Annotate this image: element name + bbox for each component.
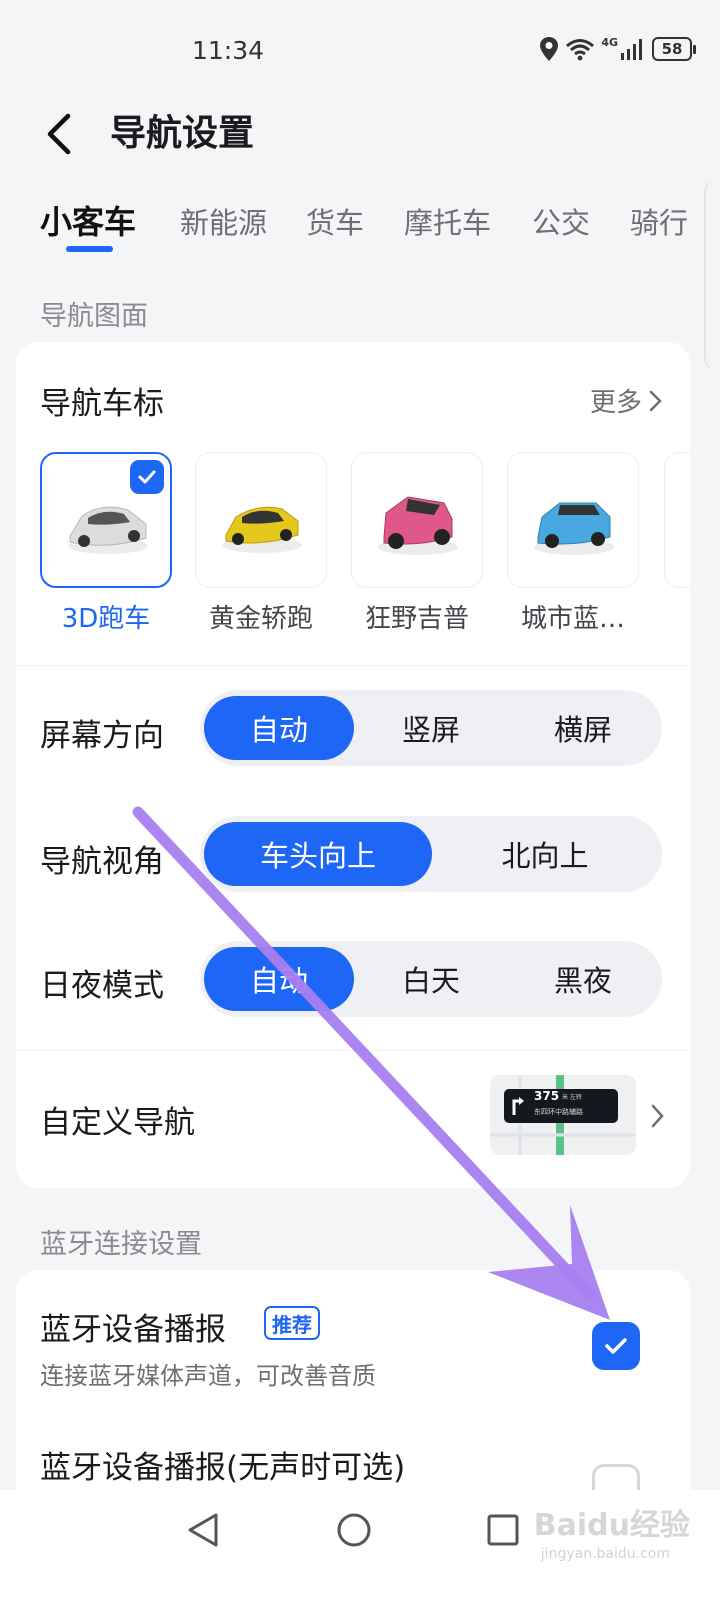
vehicle-icon-title: 导航车标 <box>40 386 164 422</box>
screen-orientation-segmented: 自动 竖屏 横屏 <box>200 690 662 766</box>
custom-nav-preview: 375 米 左转 东四环中路辅路 <box>490 1075 636 1155</box>
segment-auto[interactable]: 自动 <box>204 696 354 760</box>
tab-cycling[interactable]: 骑行 <box>630 200 688 242</box>
status-time: 11:34 <box>192 36 265 65</box>
bluetooth-broadcast-description: 连接蓝牙媒体声道，可改善音质 <box>40 1362 376 1390</box>
car-image <box>378 496 458 555</box>
preview-unit: 米 左转 <box>562 1094 582 1101</box>
vehicle-option-label: 狂野吉普 <box>364 604 469 634</box>
page-title: 导航设置 <box>110 113 255 154</box>
screen-orientation-title: 屏幕方向 <box>40 718 164 754</box>
check-icon <box>605 1338 627 1354</box>
custom-nav-title: 自定义导航 <box>40 1105 195 1141</box>
preview-road: 东四环中路辅路 <box>534 1108 583 1116</box>
vehicle-option-partial[interactable] <box>664 452 690 588</box>
preview-distance: 375 <box>534 1089 560 1103</box>
segment-heading-up[interactable]: 车头向上 <box>204 822 432 886</box>
custom-nav-row[interactable]: 自定义导航 375 米 左转 东四环中路辅路 <box>16 1051 690 1188</box>
vehicle-option-label: 城市蓝… <box>520 604 625 634</box>
vehicle-option-label: 3D跑车 <box>61 604 151 634</box>
side-panel-edge <box>704 180 720 370</box>
recommend-badge: 推荐 <box>264 1306 320 1340</box>
chevron-right-icon <box>651 1104 664 1128</box>
segment-landscape[interactable]: 横屏 <box>508 696 658 760</box>
bluetooth-broadcast-row[interactable]: 蓝牙设备播报 推荐 连接蓝牙媒体声道，可改善音质 <box>16 1270 690 1400</box>
nav-display-card: 导航车标 更多 3D跑车 黄金轿跑 狂野吉普 城市蓝… 屏幕方向 自动 竖屏 横… <box>16 342 690 1188</box>
status-icons: 4G 58 <box>539 36 696 62</box>
bluetooth-broadcast-silent-title: 蓝牙设备播报(无声时可选) <box>40 1450 406 1486</box>
view-angle-title: 导航视角 <box>40 844 164 880</box>
car-image <box>534 502 614 555</box>
watermark-url: jingyan.baidu.com <box>540 1546 670 1562</box>
segment-night[interactable]: 黑夜 <box>508 947 658 1011</box>
day-night-segmented: 自动 白天 黑夜 <box>200 941 662 1017</box>
tab-motorcycle[interactable]: 摩托车 <box>404 200 491 242</box>
selected-check-icon <box>130 460 164 494</box>
bluetooth-broadcast-checkbox[interactable] <box>592 1322 640 1370</box>
segment-portrait[interactable]: 竖屏 <box>356 696 506 760</box>
vehicle-option-city-blue[interactable] <box>507 452 639 588</box>
nav-home-icon[interactable] <box>336 1512 372 1548</box>
active-tab-indicator <box>66 246 113 252</box>
vehicle-option-label: 黄金轿跑 <box>208 604 313 634</box>
tab-car[interactable]: 小客车 <box>40 197 136 243</box>
tab-truck[interactable]: 货车 <box>306 200 364 242</box>
tab-new-energy[interactable]: 新能源 <box>180 200 267 242</box>
battery-icon: 58 <box>652 37 696 61</box>
divider <box>16 665 690 666</box>
nav-recents-icon[interactable] <box>486 1512 520 1548</box>
bluetooth-card: 蓝牙设备播报 推荐 连接蓝牙媒体声道，可改善音质 蓝牙设备播报(无声时可选) <box>16 1270 690 1510</box>
segment-auto[interactable]: 自动 <box>204 947 354 1011</box>
location-icon <box>540 37 559 61</box>
vehicle-option-3d-sports[interactable] <box>40 452 172 588</box>
watermark-logo: Baidu经验 <box>533 1508 690 1543</box>
section-label-bluetooth: 蓝牙连接设置 <box>40 1229 202 1260</box>
back-arrow-icon[interactable] <box>40 112 84 156</box>
wifi-icon <box>566 39 595 61</box>
vehicle-type-tabs: 小客车 新能源 货车 摩托车 公交 骑行 <box>0 192 720 262</box>
nav-back-icon[interactable] <box>186 1512 220 1548</box>
network-type-label: 4G <box>601 36 618 49</box>
vehicle-option-gold-coupe[interactable] <box>195 452 327 588</box>
car-image <box>222 506 302 553</box>
view-angle-segmented: 车头向上 北向上 <box>200 816 662 892</box>
bluetooth-broadcast-title: 蓝牙设备播报 <box>40 1312 226 1348</box>
vehicle-option-wild-jeep[interactable] <box>351 452 483 588</box>
header: 导航设置 <box>0 100 720 160</box>
tab-bus[interactable]: 公交 <box>532 200 590 242</box>
segment-day[interactable]: 白天 <box>356 947 506 1011</box>
day-night-title: 日夜模式 <box>40 968 164 1004</box>
more-label: 更多 <box>589 388 642 418</box>
chevron-right-icon <box>649 390 662 411</box>
segment-north-up[interactable]: 北向上 <box>432 822 658 886</box>
more-vehicle-icons-link[interactable]: 更多 <box>590 382 664 419</box>
section-label-nav-display: 导航图面 <box>40 301 148 332</box>
status-bar: 11:34 4G 58 <box>0 0 720 100</box>
signal-icon <box>621 39 642 60</box>
